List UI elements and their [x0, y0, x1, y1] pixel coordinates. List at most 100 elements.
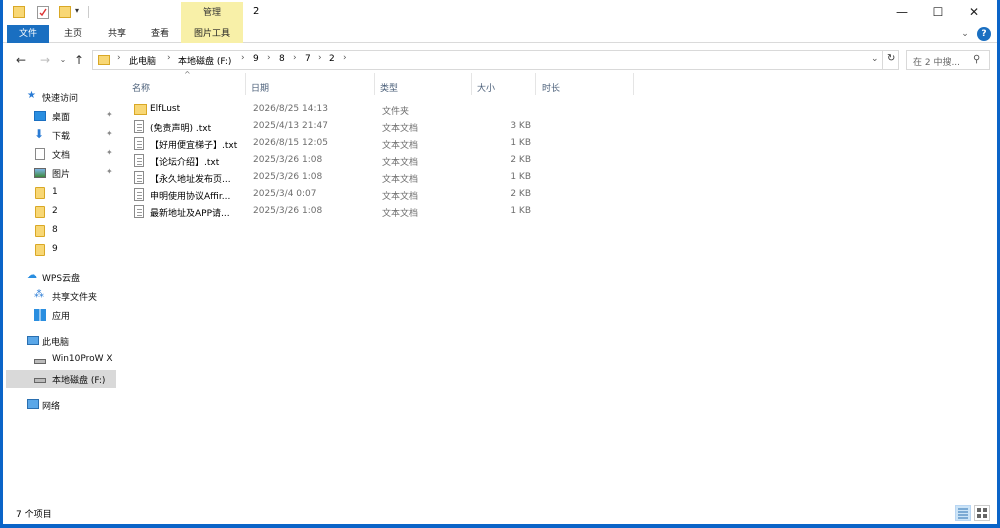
- explorer-window: ▾ 管理 2 — ☐ ✕ 文件 主页 共享 查看 图片工具 ⌄ ? ← → ⌄ …: [3, 0, 997, 524]
- breadcrumb-9[interactable]: 9: [253, 54, 259, 64]
- search-box[interactable]: 在 2 中搜... ⚲: [906, 50, 990, 70]
- file-type: 文本文档: [382, 141, 419, 151]
- breadcrumb-drive-f[interactable]: 本地磁盘 (F:): [178, 54, 231, 67]
- sidebar-item-folder-2[interactable]: 2: [6, 203, 116, 221]
- column-divider[interactable]: [633, 73, 634, 95]
- column-divider[interactable]: [374, 73, 375, 95]
- column-divider[interactable]: [535, 73, 536, 95]
- customize-toolbar-icon[interactable]: ▾: [75, 6, 79, 20]
- file-name: ElfLust: [150, 104, 181, 114]
- refresh-button[interactable]: ↻: [887, 53, 895, 64]
- tab-view[interactable]: 查看: [142, 25, 178, 43]
- sidebar-item-label: WPS云盘: [42, 274, 81, 284]
- file-name: 【永久地址发布页...: [150, 175, 231, 185]
- file-date: 2025/3/26 1:08: [253, 155, 323, 165]
- sidebar-item-wps-cloud[interactable]: ☁ WPS云盘: [6, 268, 116, 286]
- pin-icon[interactable]: ✦: [106, 110, 113, 119]
- breadcrumb-2[interactable]: 2: [329, 54, 335, 64]
- computer-icon: [27, 336, 39, 345]
- tab-home[interactable]: 主页: [55, 25, 91, 43]
- sidebar-item-quick-access[interactable]: ★ 快速访问: [6, 88, 116, 106]
- file-type: 文本文档: [382, 158, 419, 168]
- up-button[interactable]: ↑: [71, 52, 87, 68]
- column-divider[interactable]: [471, 73, 472, 95]
- minimize-button[interactable]: —: [885, 2, 919, 22]
- search-input[interactable]: 在 2 中搜...: [913, 55, 960, 68]
- column-header-name[interactable]: 名称: [132, 81, 150, 94]
- forward-button[interactable]: →: [37, 52, 53, 68]
- title-bar: ▾ 管理 2 — ☐ ✕: [3, 0, 997, 25]
- help-icon[interactable]: ?: [977, 27, 991, 41]
- sidebar-item-this-pc[interactable]: 此电脑: [6, 332, 116, 350]
- sidebar-item-apps[interactable]: 应用: [6, 306, 116, 324]
- maximize-button[interactable]: ☐: [921, 2, 955, 22]
- sidebar-item-win10-drive[interactable]: Win10ProW X: [6, 351, 116, 369]
- recent-locations-button[interactable]: ⌄: [55, 52, 71, 68]
- drive-icon: [34, 359, 46, 364]
- details-view-button[interactable]: [955, 505, 971, 521]
- file-row[interactable]: (免责声明) .txt 2025/4/13 21:47 文本文档 3 KB: [130, 118, 531, 135]
- sidebar-item-network[interactable]: 网络: [6, 396, 116, 414]
- breadcrumb-separator: ›: [293, 53, 297, 63]
- back-button[interactable]: ←: [13, 52, 29, 68]
- text-file-icon: [134, 171, 144, 184]
- pin-icon[interactable]: ✦: [106, 167, 113, 176]
- sidebar-item-pictures[interactable]: 图片 ✦: [6, 164, 116, 182]
- sidebar-item-local-disk-f[interactable]: 本地磁盘 (F:): [6, 370, 116, 388]
- sidebar-item-downloads[interactable]: ⬇ 下载 ✦: [6, 126, 116, 144]
- column-header-duration[interactable]: 时长: [542, 81, 560, 94]
- tab-share[interactable]: 共享: [99, 25, 135, 43]
- sidebar-item-folder-9[interactable]: 9: [6, 241, 116, 259]
- file-name: 【好用便宜梯子】.txt: [150, 141, 238, 151]
- sidebar-item-label: 此电脑: [42, 338, 70, 348]
- sidebar-item-folder-1[interactable]: 1: [6, 184, 116, 202]
- sidebar-item-desktop[interactable]: 桌面 ✦: [6, 107, 116, 125]
- file-size: 1 KB: [510, 138, 531, 148]
- tab-file[interactable]: 文件: [7, 25, 49, 43]
- column-divider[interactable]: [245, 73, 246, 95]
- close-button[interactable]: ✕: [957, 2, 991, 22]
- breadcrumb-7[interactable]: 7: [305, 54, 311, 64]
- address-dropdown-icon[interactable]: ⌄: [871, 54, 879, 64]
- sidebar-item-label: 桌面: [52, 113, 71, 123]
- properties-icon[interactable]: [37, 6, 49, 19]
- desktop-icon: [34, 111, 46, 121]
- window-title: 2: [253, 6, 260, 17]
- new-folder-icon[interactable]: [59, 6, 71, 18]
- file-list: ^ 名称 日期 类型 大小 时长 ElfLust 2026/8/25 14:13…: [124, 70, 997, 493]
- breadcrumb-separator: ›: [167, 53, 171, 63]
- search-icon[interactable]: ⚲: [973, 54, 980, 65]
- network-icon: [27, 399, 39, 409]
- refresh-button-divider: [882, 51, 883, 69]
- column-header-size[interactable]: 大小: [477, 81, 495, 94]
- file-size: 1 KB: [510, 172, 531, 182]
- large-icons-view-button[interactable]: [974, 505, 990, 521]
- tab-picture-tools[interactable]: 图片工具: [181, 25, 243, 43]
- pin-icon[interactable]: ✦: [106, 129, 113, 138]
- pin-icon[interactable]: ✦: [106, 148, 113, 157]
- file-row[interactable]: 【好用便宜梯子】.txt 2026/8/15 12:05 文本文档 1 KB: [130, 135, 531, 152]
- breadcrumb-8[interactable]: 8: [279, 54, 285, 64]
- ribbon-tabs: 文件 主页 共享 查看 图片工具 ⌄ ?: [3, 25, 997, 43]
- file-row[interactable]: 最新地址及APP请... 2025/3/26 1:08 文本文档 1 KB: [130, 203, 531, 220]
- sidebar-item-shared-folder[interactable]: ⁂ 共享文件夹: [6, 287, 116, 305]
- manage-context-tab[interactable]: 管理: [181, 2, 243, 25]
- column-header-type[interactable]: 类型: [380, 81, 398, 94]
- file-row[interactable]: 【永久地址发布页... 2025/3/26 1:08 文本文档 1 KB: [130, 169, 531, 186]
- sidebar-item-label: 2: [52, 206, 58, 216]
- sidebar-item-label: 快速访问: [42, 94, 79, 104]
- file-type: 文本文档: [382, 192, 419, 202]
- breadcrumb-separator: ›: [318, 53, 322, 63]
- file-row[interactable]: ElfLust 2026/8/25 14:13 文件夹: [130, 101, 530, 118]
- sidebar-item-label: 共享文件夹: [52, 293, 98, 303]
- document-icon: [35, 148, 45, 160]
- file-type: 文本文档: [382, 209, 419, 219]
- file-row[interactable]: 【论坛介绍】.txt 2025/3/26 1:08 文本文档 2 KB: [130, 152, 531, 169]
- sidebar-item-documents[interactable]: 文档 ✦: [6, 145, 116, 163]
- column-header-date[interactable]: 日期: [251, 81, 269, 94]
- sidebar-item-folder-8[interactable]: 8: [6, 222, 116, 240]
- address-bar[interactable]: › 此电脑 › 本地磁盘 (F:) › 9 › 8 › 7 › 2 › ⌄ ↻: [92, 50, 899, 70]
- file-row[interactable]: 申明使用协议Affir... 2025/3/4 0:07 文本文档 2 KB: [130, 186, 531, 203]
- breadcrumb-this-pc[interactable]: 此电脑: [129, 54, 156, 67]
- ribbon-expand-icon[interactable]: ⌄: [958, 25, 972, 43]
